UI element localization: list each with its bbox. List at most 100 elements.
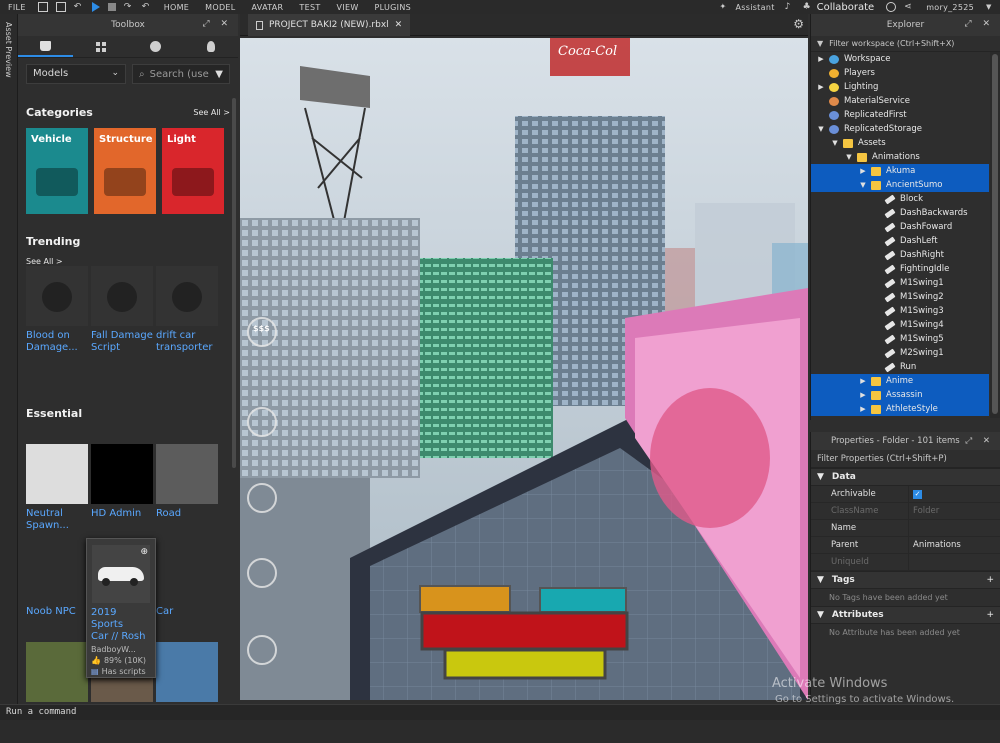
categories-see-all-link[interactable]: See All > [193,108,230,117]
expanded-arrow-icon[interactable]: ▼ [831,139,839,147]
collapsed-arrow-icon[interactable]: ▶ [859,377,867,385]
property-row-name[interactable]: Name [811,519,1000,537]
tree-item-lighting[interactable]: ▶ Lighting [811,80,989,94]
add-attribute-icon[interactable]: + [986,610,994,620]
collapsed-arrow-icon[interactable]: ▶ [859,405,867,413]
search-input[interactable]: ⌕ Search (use ▼ [132,64,230,84]
tree-item-ancientsumo[interactable]: ▼ AncientSumo [811,178,989,192]
essential-label-1[interactable]: HD Admin [91,508,153,520]
assistant-button[interactable]: Assistant [733,3,780,12]
filter-icon[interactable]: ▼ [215,69,223,80]
category-tile-structure[interactable]: Structure [94,128,156,214]
menu-model[interactable]: MODEL [197,3,243,12]
attributes-group-header[interactable]: ▼ Attributes + [811,606,1000,624]
property-value[interactable]: ✓ [909,489,922,499]
collapsed-arrow-icon[interactable]: ▶ [817,83,825,91]
property-value[interactable]: Animations [909,540,961,550]
expanded-arrow-icon[interactable]: ▼ [817,125,825,133]
tree-item-animations[interactable]: ▼ Animations [811,150,989,164]
tree-item-block[interactable]: Block [811,192,989,206]
collapsed-arrow-icon[interactable]: ▶ [817,55,825,63]
model-thumbnail[interactable] [156,642,218,702]
collaborate-button[interactable]: Collaborate [817,2,875,13]
tree-item-dashright[interactable]: DashRight [811,248,989,262]
tree-item-dashleft[interactable]: DashLeft [811,234,989,248]
file-menu[interactable]: FILE [0,3,34,12]
tab-marketplace[interactable] [18,36,73,57]
trending-item[interactable]: Fall Damage Script [91,266,153,354]
share-icon[interactable]: ⋖ [904,2,914,12]
model-item[interactable]: Car [156,542,218,630]
property-row-parent[interactable]: Parent Animations [811,536,1000,554]
model-item[interactable]: Noob NPC [26,542,88,630]
category-tile-light[interactable]: Light [162,128,224,214]
model-label[interactable]: Noob NPC [26,606,88,618]
tree-item-assassin[interactable]: ▶ Assassin [811,388,989,402]
tree-item-run[interactable]: Run [811,360,989,374]
property-value[interactable]: Folder [909,506,939,516]
tree-item-assets[interactable]: ▼ Assets [811,136,989,150]
menu-avatar[interactable]: AVATAR [244,3,292,12]
explorer-close-icon[interactable]: ⤢ ✕ [964,19,994,29]
trending-label-1[interactable]: Blood on [26,330,88,342]
essential-label-2[interactable]: Spawn... [26,520,88,532]
play-icon[interactable] [91,2,100,12]
property-row-classname[interactable]: ClassName Folder [811,502,1000,520]
tree-item-replicatedstorage[interactable]: ▼ ReplicatedStorage [811,122,989,136]
properties-filter-input[interactable]: Filter Properties (Ctrl+Shift+P) [811,450,1000,468]
category-tile-vehicle[interactable]: Vehicle [26,128,88,214]
settings-gear-icon[interactable]: ⚙ [793,17,804,31]
close-tab-icon[interactable]: ✕ [395,20,403,30]
add-icon[interactable]: ⊕ [140,547,148,557]
model-thumbnail[interactable] [26,642,88,702]
tree-item-replicatedfirst[interactable]: ReplicatedFirst [811,108,989,122]
undo-icon[interactable]: ↶ [74,2,84,12]
tree-item-akuma[interactable]: ▶ Akuma [811,164,989,178]
essential-item[interactable]: Neutral Spawn... [26,444,88,532]
user-chevron-icon[interactable]: ▼ [986,2,996,12]
trending-see-all-link[interactable]: See All > [26,257,63,266]
open-file-icon[interactable] [55,2,66,12]
tab-project-document[interactable]: PROJECT BAKI2 (NEW).rbxl ✕ [248,14,411,36]
model-label[interactable]: Car [156,606,218,618]
asset-preview-strip[interactable]: Asset Preview [0,14,18,704]
trending-item[interactable]: Blood on Damage... [26,266,88,354]
trending-label-1[interactable]: Fall Damage [91,330,153,342]
user-name[interactable]: mory_2525 [918,3,982,12]
toolbox-scrollbar[interactable] [232,98,236,468]
tab-recent[interactable] [128,36,183,57]
command-bar-input[interactable]: Run a command [0,704,1000,720]
tree-item-m2swing1[interactable]: M2Swing1 [811,346,989,360]
stop-icon[interactable] [107,3,116,11]
tree-item-fightingidle[interactable]: FightingIdle [811,262,989,276]
menu-home[interactable]: HOME [156,3,197,12]
checkbox-checked-icon[interactable]: ✓ [913,490,922,499]
notification-bell-icon[interactable]: ♪ [785,2,795,12]
expanded-arrow-icon[interactable]: ▼ [845,153,853,161]
add-tag-icon[interactable]: + [986,575,994,585]
tab-creations[interactable] [183,36,238,57]
tree-item-workspace[interactable]: ▶ Workspace [811,52,989,66]
tags-group-header[interactable]: ▼ Tags + [811,571,1000,589]
essential-label-1[interactable]: Road [156,508,218,520]
card-title-line2[interactable]: Car // Rosh [91,631,151,643]
trending-label-2[interactable]: Damage... [26,342,88,354]
shop-button-label[interactable]: $$$ [253,324,270,333]
collapsed-arrow-icon[interactable]: ▶ [859,167,867,175]
tree-item-materialservice[interactable]: MaterialService [811,94,989,108]
essential-item[interactable]: Road [156,444,218,532]
redo-icon[interactable]: ↷ [124,2,134,12]
help-icon[interactable] [886,2,897,12]
data-group-header[interactable]: ▼ Data [811,468,1000,486]
trending-label-2[interactable]: Script [91,342,153,354]
trending-label-2[interactable]: transporter [156,342,218,354]
category-select[interactable]: Models ⌄ [26,64,126,84]
3d-viewport[interactable]: Coca-Col $$$ [240,38,808,700]
properties-close-icon[interactable]: ⤢ ✕ [965,436,994,446]
property-row-archivable[interactable]: Archivable ✓ [811,485,1000,503]
tree-item-m1swing4[interactable]: M1Swing4 [811,318,989,332]
new-file-icon[interactable] [37,2,48,12]
tree-item-m1swing3[interactable]: M1Swing3 [811,304,989,318]
tree-item-athletestyle[interactable]: ▶ AthleteStyle [811,402,989,416]
essential-label-1[interactable]: Neutral [26,508,88,520]
